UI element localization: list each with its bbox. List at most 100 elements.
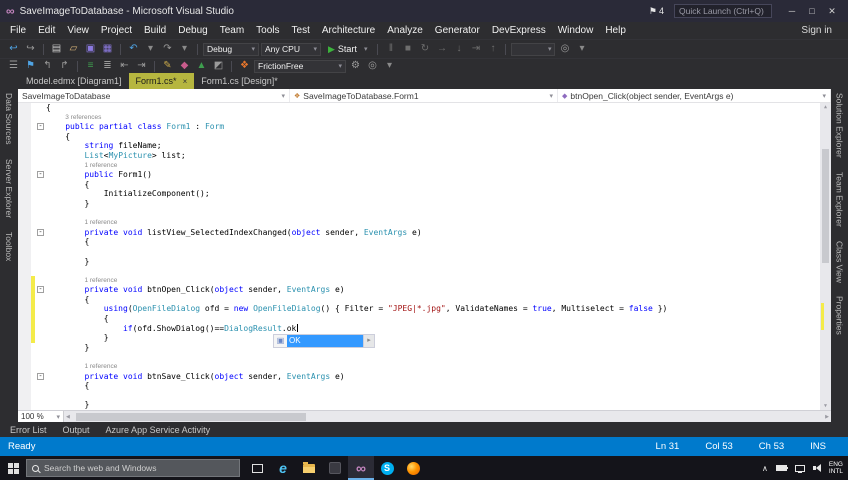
breakpoint-margin[interactable]	[18, 323, 31, 334]
run-unit-tests-icon[interactable]: ▲	[194, 59, 209, 73]
breakpoint-margin[interactable]	[18, 266, 31, 276]
menu-analyze[interactable]: Analyze	[381, 25, 429, 36]
horizontal-scrollbar-thumb[interactable]	[76, 413, 306, 421]
navigate-backward-icon[interactable]: ↩	[6, 42, 21, 56]
horizontal-scrollbar[interactable]: ◀ ▶	[64, 411, 831, 422]
codelens-references[interactable]: 1 reference	[46, 161, 117, 171]
minimize-button[interactable]: ─	[782, 6, 802, 17]
debug-process-combo[interactable]: ▾	[511, 42, 556, 56]
document-tab-model-edmx-diagram1[interactable]: Model.edmx [Diagram1]	[19, 73, 129, 89]
show-hidden-icons-button[interactable]: ∧	[762, 464, 768, 473]
menu-team[interactable]: Team	[214, 25, 250, 36]
step-over-icon[interactable]: ⇥	[468, 42, 483, 56]
redo-icon[interactable]: ↷	[160, 42, 175, 56]
breakpoint-margin[interactable]	[18, 285, 31, 295]
breakpoint-margin[interactable]	[18, 179, 31, 190]
restart-icon[interactable]: ↻	[417, 42, 432, 56]
menu-tools[interactable]: Tools	[250, 25, 285, 36]
volume-icon[interactable]	[812, 464, 821, 472]
decrease-indent-icon[interactable]: ⇤	[117, 59, 132, 73]
quick-info-icon[interactable]: ☰	[6, 59, 21, 73]
dock-tab-toolbox[interactable]: Toolbox	[4, 232, 14, 261]
document-tab-form1-cs-design[interactable]: Form1.cs [Design]*	[194, 73, 285, 89]
breakpoint-margin[interactable]	[18, 103, 31, 113]
language-indicator[interactable]: ENG INTL	[829, 461, 843, 475]
show-next-statement-icon[interactable]: →	[434, 42, 449, 56]
menu-edit[interactable]: Edit	[32, 25, 61, 36]
collapse-region-icon[interactable]: -	[37, 286, 44, 294]
panel-tab-azure-app-service-activity[interactable]: Azure App Service Activity	[106, 425, 211, 435]
menu-build[interactable]: Build	[138, 25, 172, 36]
breakpoint-margin[interactable]	[18, 170, 31, 180]
codelens-references[interactable]: 1 reference	[46, 218, 117, 228]
codelens-references[interactable]: 1 reference	[46, 276, 117, 286]
edge-taskbar-button[interactable]: e	[270, 456, 296, 480]
new-project-icon[interactable]: ▤	[49, 42, 64, 56]
quick-launch-input[interactable]: Quick Launch (Ctrl+Q)	[674, 4, 772, 18]
start-debugging-button[interactable]: ▶ Start ▾	[323, 44, 372, 55]
maximize-button[interactable]: □	[802, 6, 822, 17]
toolbar-overflow-icon[interactable]: ▾	[382, 59, 397, 73]
vertical-scrollbar[interactable]: ▲ ▼	[820, 103, 831, 410]
uncomment-selection-icon[interactable]: ≣	[100, 59, 115, 73]
breakpoint-margin[interactable]	[18, 141, 31, 151]
menu-file[interactable]: File	[4, 25, 32, 36]
increase-indent-icon[interactable]: ⇥	[134, 59, 149, 73]
dock-tab-data-sources[interactable]: Data Sources	[4, 93, 14, 145]
code-metrics-icon[interactable]: ◩	[211, 59, 226, 73]
taskbar-search-input[interactable]: Search the web and Windows	[26, 459, 240, 477]
menu-view[interactable]: View	[61, 25, 95, 36]
panel-tab-error-list[interactable]: Error List	[10, 425, 47, 435]
dock-tab-properties[interactable]: Properties	[835, 296, 845, 335]
task-view-taskbar-button[interactable]	[244, 456, 270, 480]
code-provider-combo[interactable]: FrictionFree ▾	[254, 59, 346, 73]
menu-generator[interactable]: Generator	[429, 25, 486, 36]
type-dropdown[interactable]: ❖ SaveImageToDatabase.Form1 ▾	[290, 89, 558, 102]
dock-tab-solution-explorer[interactable]: Solution Explorer	[835, 93, 845, 158]
breakpoint-margin[interactable]	[18, 362, 31, 372]
sign-in-button[interactable]: Sign in	[801, 25, 848, 36]
battery-icon[interactable]	[775, 465, 788, 471]
breakpoint-margin[interactable]	[18, 208, 31, 219]
codelens-references[interactable]: 1 reference	[46, 362, 117, 372]
stop-debugging-icon[interactable]: ■	[400, 42, 415, 56]
breakpoint-margin[interactable]	[18, 371, 31, 382]
close-button[interactable]: ✕	[822, 6, 842, 17]
coderush-options-icon[interactable]: ⚙	[348, 59, 363, 73]
breakpoint-margin[interactable]	[18, 227, 31, 238]
breakpoint-margin[interactable]	[18, 400, 31, 410]
next-bookmark-icon[interactable]: ↱	[57, 59, 72, 73]
find-in-files-icon[interactable]: ◎	[557, 42, 572, 56]
panel-tab-output[interactable]: Output	[63, 425, 90, 435]
collapse-region-icon[interactable]: -	[37, 171, 44, 179]
refactor-icon[interactable]: ✎	[160, 59, 175, 73]
breakpoint-margin[interactable]	[18, 122, 31, 132]
screenshot-icon[interactable]: ◎	[365, 59, 380, 73]
menu-debug[interactable]: Debug	[172, 25, 213, 36]
visual-studio-taskbar-button[interactable]: ∞	[348, 456, 374, 480]
skype-taskbar-button[interactable]: S	[374, 456, 400, 480]
breakpoint-margin[interactable]	[18, 256, 31, 267]
breakpoint-margin[interactable]	[18, 275, 31, 286]
toggle-bookmark-icon[interactable]: ⚑	[23, 59, 38, 73]
breakpoint-margin[interactable]	[18, 342, 31, 353]
collapse-region-icon[interactable]: -	[37, 123, 44, 131]
project-dropdown[interactable]: SaveImageToDatabase ▾	[18, 89, 290, 102]
navigate-forward-icon[interactable]: ↪	[23, 42, 38, 56]
collapse-region-icon[interactable]: -	[37, 228, 44, 236]
solution-platform-combo[interactable]: Any CPU ▾	[261, 42, 321, 56]
network-icon[interactable]	[794, 464, 805, 473]
menu-devexpress[interactable]: DevExpress	[486, 25, 552, 36]
member-dropdown[interactable]: ◆ btnOpen_Click(object sender, EventArgs…	[558, 89, 831, 102]
zoom-dropdown[interactable]: 100 % ▾	[18, 411, 64, 422]
redo-dropdown-icon[interactable]: ▾	[177, 42, 192, 56]
open-file-icon[interactable]: ▱	[66, 42, 81, 56]
vertical-scrollbar-thumb[interactable]	[822, 149, 829, 263]
breakpoint-margin[interactable]	[18, 189, 31, 199]
breakpoint-margin[interactable]	[18, 390, 31, 401]
breakpoint-margin[interactable]	[18, 381, 31, 391]
step-into-icon[interactable]: ↓	[451, 42, 466, 56]
breakpoint-margin[interactable]	[18, 198, 31, 209]
scroll-left-icon[interactable]: ◀	[66, 414, 70, 420]
dock-tab-team-explorer[interactable]: Team Explorer	[835, 172, 845, 227]
